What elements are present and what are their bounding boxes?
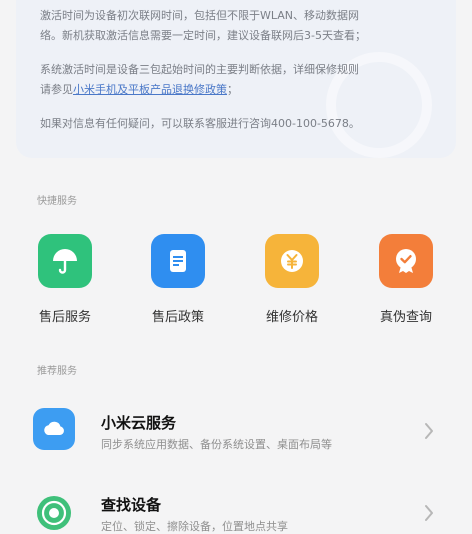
quick-service-label: 售后政策 [151, 310, 204, 325]
warranty-policy-link[interactable]: 小米手机及平板产品退换修政策 [73, 83, 227, 96]
cloud-icon [33, 408, 75, 450]
quick-service-authenticity-check[interactable]: 真伪查询 [366, 234, 446, 325]
find-device-item[interactable]: 查找设备 定位、锁定、擦除设备，位置地点共享 [0, 478, 472, 533]
quick-service-label: 维修价格 [265, 310, 318, 325]
mi-cloud-service-item[interactable]: 小米云服务 同步系统应用数据、备份系统设置、桌面布局等 [0, 396, 472, 472]
info-line-3: 系统激活时间是设备三包起始时间的主要判断依据，详细保修规则 [40, 63, 359, 76]
document-icon [151, 234, 205, 288]
quick-service-repair-price[interactable]: 维修价格 [252, 234, 332, 325]
info-line-5: 如果对信息有任何疑问，可以联系客服进行咨询400-100-5678。 [40, 117, 360, 130]
umbrella-icon [38, 234, 92, 288]
yen-coin-icon [265, 234, 319, 288]
mi-cloud-title: 小米云服务 [101, 414, 177, 432]
info-line-4-suffix: ； [227, 83, 238, 96]
recommended-services-title: 推荐服务 [37, 366, 77, 377]
find-device-subtitle: 定位、锁定、擦除设备，位置地点共享 [101, 520, 288, 533]
chevron-right-icon [423, 504, 435, 526]
quick-service-label: 真伪查询 [379, 310, 432, 325]
quick-service-label: 售后服务 [38, 310, 91, 325]
verify-badge-icon [379, 234, 433, 288]
info-line-4-prefix: 请参见 [40, 83, 73, 96]
quick-service-policy[interactable]: 售后政策 [138, 234, 218, 325]
info-line-1: 激活时间为设备初次联网时间，包括但不限于WLAN、移动数据网 [40, 9, 360, 22]
mi-cloud-subtitle: 同步系统应用数据、备份系统设置、桌面布局等 [101, 438, 332, 451]
quick-services-title: 快捷服务 [37, 196, 77, 207]
chevron-right-icon [423, 422, 435, 444]
find-device-title: 查找设备 [101, 496, 162, 514]
info-line-2: 络。新机获取激活信息需要一定时间，建议设备联网后3-5天查看； [40, 29, 366, 42]
quick-service-after-sales[interactable]: 售后服务 [25, 234, 105, 325]
radar-icon [33, 492, 75, 534]
activation-info-card: 激活时间为设备初次联网时间，包括但不限于WLAN、移动数据网 络。新机获取激活信… [16, 0, 456, 158]
info-line-4: 请参见小米手机及平板产品退换修政策； [40, 80, 420, 100]
